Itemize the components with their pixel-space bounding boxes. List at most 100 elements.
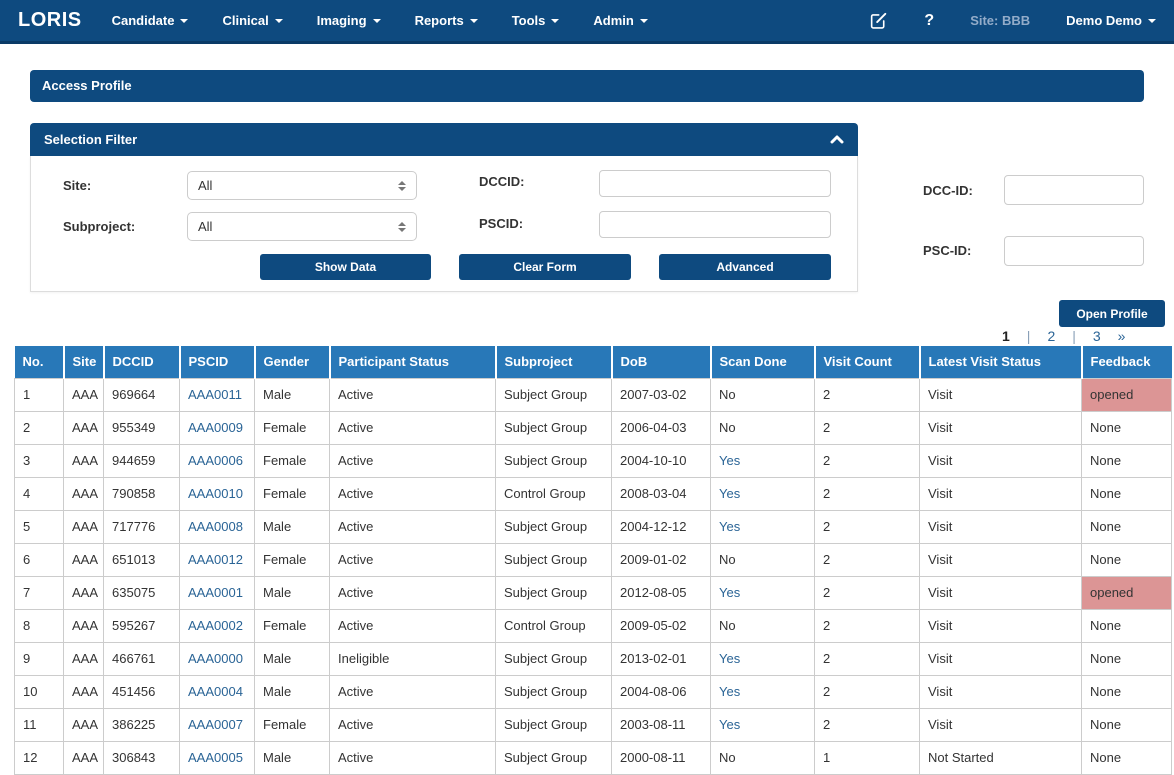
- user-menu[interactable]: Demo Demo: [1066, 13, 1156, 28]
- table-header-row: No.SiteDCCIDPSCIDGenderParticipant Statu…: [15, 346, 1172, 378]
- cell-dob: 2008-03-04: [612, 477, 711, 510]
- pagination-page-3[interactable]: 3: [1093, 328, 1101, 344]
- cell-latest-visit-status: Visit: [920, 642, 1082, 675]
- chevron-up-icon[interactable]: [830, 135, 844, 144]
- pscid-link[interactable]: AAA0002: [188, 618, 243, 633]
- pscid-link[interactable]: AAA0007: [188, 717, 243, 732]
- page-root: LORIS Candidate Clinical Imaging Reports…: [0, 0, 1174, 775]
- scan-done-link[interactable]: Yes: [719, 486, 740, 501]
- cell-visit-count: 2: [815, 675, 920, 708]
- column-header-dob[interactable]: DoB: [612, 346, 711, 378]
- column-header-pscid[interactable]: PSCID: [180, 346, 255, 378]
- cell-participant-status: Active: [330, 510, 496, 543]
- cell-scan-done: Yes: [711, 642, 815, 675]
- column-header-site[interactable]: Site: [64, 346, 104, 378]
- pagination-next[interactable]: »: [1118, 328, 1126, 344]
- pscid-link[interactable]: AAA0010: [188, 486, 243, 501]
- cell-latest-visit-status: Visit: [920, 675, 1082, 708]
- cell-dccid: 955349: [104, 411, 180, 444]
- pscid-link[interactable]: AAA0005: [188, 750, 243, 765]
- cell-pscid: AAA0010: [180, 477, 255, 510]
- column-header-visit-count[interactable]: Visit Count: [815, 346, 920, 378]
- cell-gender: Male: [255, 576, 330, 609]
- cell-latest-visit-status: Visit: [920, 543, 1082, 576]
- cell-dccid: 790858: [104, 477, 180, 510]
- column-header-participant-status[interactable]: Participant Status: [330, 346, 496, 378]
- cell-participant-status: Active: [330, 543, 496, 576]
- cell-participant-status: Active: [330, 378, 496, 411]
- cell-subproject: Subject Group: [496, 444, 612, 477]
- help-icon[interactable]: ?: [924, 12, 934, 30]
- pscid-link[interactable]: AAA0006: [188, 453, 243, 468]
- column-header-feedback[interactable]: Feedback: [1082, 346, 1172, 378]
- cell-gender: Male: [255, 642, 330, 675]
- show-data-button[interactable]: Show Data: [260, 254, 431, 280]
- nav-menu-label: Candidate: [112, 13, 175, 28]
- loris-logo[interactable]: LORIS: [18, 9, 82, 32]
- dcc-id-input[interactable]: [1004, 175, 1144, 205]
- pscid-link[interactable]: AAA0000: [188, 651, 243, 666]
- cell-pscid: AAA0011: [180, 378, 255, 411]
- cell-participant-status: Active: [330, 444, 496, 477]
- scan-done-link[interactable]: Yes: [719, 453, 740, 468]
- scan-done-link[interactable]: Yes: [719, 519, 740, 534]
- open-profile-button[interactable]: Open Profile: [1059, 300, 1165, 327]
- nav-menu-admin[interactable]: Admin: [593, 13, 647, 28]
- cell-visit-count: 2: [815, 576, 920, 609]
- dccid-input[interactable]: [599, 170, 831, 197]
- cell-gender: Male: [255, 378, 330, 411]
- cell-visit-count: 2: [815, 543, 920, 576]
- cell-feedback: None: [1082, 675, 1172, 708]
- subproject-select[interactable]: All: [187, 212, 417, 241]
- nav-menu-tools[interactable]: Tools: [512, 13, 560, 28]
- nav-menu-reports[interactable]: Reports: [415, 13, 478, 28]
- dcc-id-label: DCC-ID:: [923, 183, 973, 198]
- cell-pscid: AAA0001: [180, 576, 255, 609]
- column-header-dccid[interactable]: DCCID: [104, 346, 180, 378]
- column-header-latest-visit-status[interactable]: Latest Visit Status: [920, 346, 1082, 378]
- cell-no: 10: [15, 675, 64, 708]
- feedback-opened-badge: opened: [1082, 576, 1172, 609]
- cell-subproject: Subject Group: [496, 642, 612, 675]
- pscid-link[interactable]: AAA0009: [188, 420, 243, 435]
- scan-done-link[interactable]: Yes: [719, 717, 740, 732]
- nav-menu-clinical[interactable]: Clinical: [222, 13, 282, 28]
- scan-done-link[interactable]: Yes: [719, 684, 740, 699]
- pagination-page-2[interactable]: 2: [1047, 328, 1055, 344]
- pscid-link[interactable]: AAA0012: [188, 552, 243, 567]
- selection-filter-header[interactable]: Selection Filter: [30, 123, 858, 156]
- table-row: 5AAA717776AAA0008MaleActiveSubject Group…: [15, 510, 1172, 543]
- column-header-gender[interactable]: Gender: [255, 346, 330, 378]
- cell-no: 11: [15, 708, 64, 741]
- site-select[interactable]: All: [187, 171, 417, 200]
- edit-icon[interactable]: [869, 11, 888, 30]
- column-header-scan-done[interactable]: Scan Done: [711, 346, 815, 378]
- pscid-link[interactable]: AAA0011: [188, 387, 242, 402]
- column-header-subproject[interactable]: Subproject: [496, 346, 612, 378]
- chevron-down-icon: [180, 19, 188, 23]
- pscid-input[interactable]: [599, 211, 831, 238]
- column-header-no[interactable]: No.: [15, 346, 64, 378]
- pscid-link[interactable]: AAA0004: [188, 684, 243, 699]
- scan-done-link[interactable]: Yes: [719, 585, 740, 600]
- clear-form-button[interactable]: Clear Form: [459, 254, 631, 280]
- cell-dccid: 944659: [104, 444, 180, 477]
- nav-menu-candidate[interactable]: Candidate: [112, 13, 189, 28]
- cell-visit-count: 1: [815, 741, 920, 774]
- scan-done-link[interactable]: Yes: [719, 651, 740, 666]
- cell-dccid: 969664: [104, 378, 180, 411]
- cell-gender: Male: [255, 741, 330, 774]
- pagination-current-page[interactable]: 1: [1002, 328, 1010, 344]
- cell-dob: 2004-08-06: [612, 675, 711, 708]
- cell-site: AAA: [64, 378, 104, 411]
- selection-filter-body: Site: All Subproject: All DCCID: PSCID: …: [30, 156, 858, 292]
- cell-site: AAA: [64, 477, 104, 510]
- nav-menu-imaging[interactable]: Imaging: [317, 13, 381, 28]
- cell-dob: 2000-08-11: [612, 741, 711, 774]
- pscid-link[interactable]: AAA0008: [188, 519, 243, 534]
- cell-latest-visit-status: Visit: [920, 609, 1082, 642]
- advanced-button[interactable]: Advanced: [659, 254, 831, 280]
- cell-pscid: AAA0002: [180, 609, 255, 642]
- pscid-link[interactable]: AAA0001: [188, 585, 243, 600]
- psc-id-input[interactable]: [1004, 236, 1144, 266]
